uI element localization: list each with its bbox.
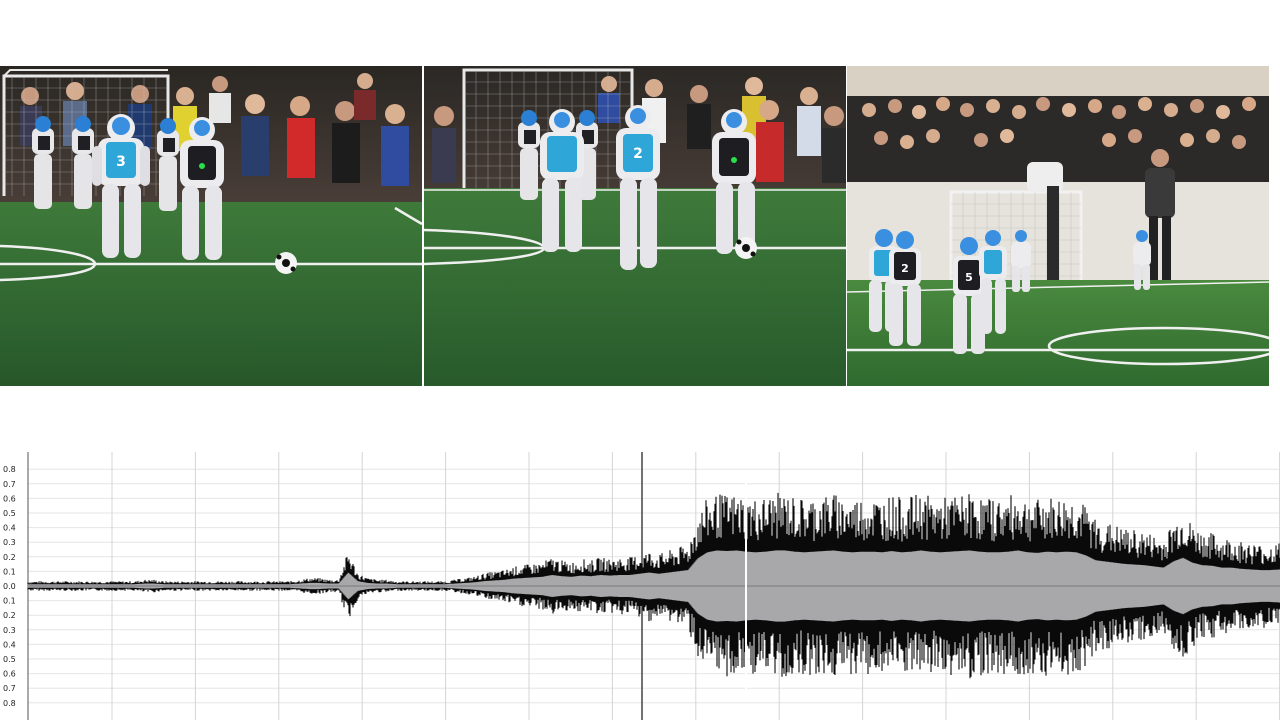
y-tick-label: 0.4 <box>3 524 16 533</box>
y-tick-label: 0.2 <box>3 611 16 620</box>
y-tick-label: 0.6 <box>3 494 16 503</box>
audio-waveform: 0.8 0.7 0.6 0.5 0.4 0.3 0.2 0.1 0.0 0.1 0.2 0.3 0.4 0… <box>0 452 1280 720</box>
y-tick-label: 0.6 <box>3 670 16 679</box>
robot-jersey-number: 2 <box>633 146 643 162</box>
robot-small-2 <box>72 116 94 209</box>
ceiling-wall <box>847 66 1269 96</box>
robot-jersey-number: 2 <box>901 262 909 275</box>
y-tick-label: 0.7 <box>3 480 16 489</box>
y-tick-label: 0.8 <box>3 699 16 708</box>
y-tick-label: 0.1 <box>3 597 16 606</box>
robot-small-3 <box>157 118 179 211</box>
video-frames-strip: 3 2 2 5 <box>0 66 1269 386</box>
y-tick-label: 0.3 <box>3 538 16 547</box>
y-tick-label: 0.3 <box>3 626 16 635</box>
video-frame-3: 2 5 <box>847 66 1269 386</box>
y-tick-label: 0.2 <box>3 553 16 562</box>
soccer-ball <box>275 252 297 274</box>
waveform-plot: 0.8 0.7 0.6 0.5 0.4 0.3 0.2 0.1 0.0 0.1 0.2 0.3 0.4 0… <box>3 452 1280 720</box>
robot-small-1 <box>518 110 540 200</box>
robot-jersey-number: 5 <box>965 271 973 284</box>
video-frame-1: 3 <box>0 66 422 386</box>
y-tick-label: 0.1 <box>3 567 16 576</box>
y-tick-label: 0.5 <box>3 655 16 664</box>
video-frame-2: 2 <box>424 66 846 386</box>
soccer-ball <box>735 237 757 259</box>
robot-jersey-number: 3 <box>116 154 126 170</box>
y-tick-label: 0.4 <box>3 640 16 649</box>
y-tick-label: 0.7 <box>3 684 16 693</box>
y-tick-label: 0.8 <box>3 465 16 474</box>
y-tick-label: 0.5 <box>3 509 16 518</box>
y-tick-label: 0.0 <box>3 582 16 591</box>
robot-small-1 <box>32 116 54 209</box>
